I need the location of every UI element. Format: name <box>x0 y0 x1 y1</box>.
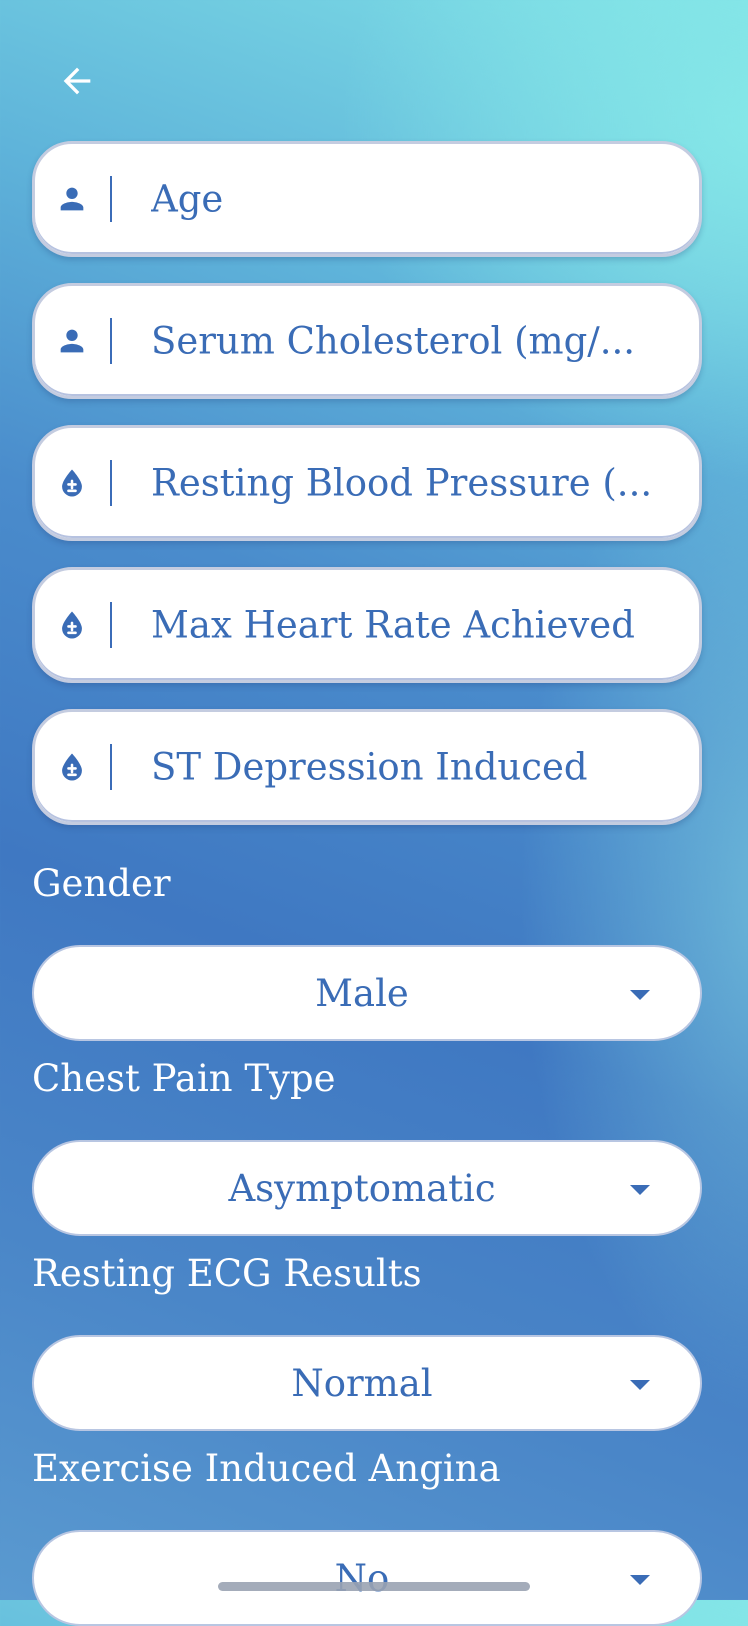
exercise-induced-angina-label: Exercise Induced Angina <box>32 1447 501 1490</box>
blood-drop-icon <box>55 466 89 500</box>
chest-pain-type-value: Asymptomatic <box>228 1166 496 1210</box>
resting-ecg-label: Resting ECG Results <box>32 1252 422 1295</box>
field-divider <box>110 744 112 790</box>
field-divider <box>110 602 112 648</box>
person-icon <box>55 324 89 358</box>
age-field[interactable]: Age <box>32 141 702 257</box>
resting-ecg-value: Normal <box>291 1361 433 1405</box>
arrow-left-icon <box>63 67 91 95</box>
caret-down-icon <box>630 1380 650 1390</box>
field-divider <box>110 176 112 222</box>
gender-label: Gender <box>32 862 171 905</box>
serum-cholesterol-field[interactable]: Serum Cholesterol (mg/... <box>32 283 702 399</box>
caret-down-icon <box>630 990 650 1000</box>
age-placeholder: Age <box>151 177 224 221</box>
max-heart-rate-field[interactable]: Max Heart Rate Achieved <box>32 567 702 683</box>
chest-pain-type-select[interactable]: Asymptomatic <box>32 1140 702 1236</box>
max-heart-rate-placeholder: Max Heart Rate Achieved <box>151 603 635 647</box>
st-depression-placeholder: ST Depression Induced <box>151 745 588 789</box>
resting-blood-pressure-field[interactable]: Resting Blood Pressure (... <box>32 425 702 541</box>
st-depression-field[interactable]: ST Depression Induced <box>32 709 702 825</box>
gender-select[interactable]: Male <box>32 945 702 1041</box>
blood-drop-icon <box>55 608 89 642</box>
caret-down-icon <box>630 1575 650 1585</box>
field-divider <box>110 460 112 506</box>
serum-cholesterol-placeholder: Serum Cholesterol (mg/... <box>151 319 636 363</box>
blood-drop-icon <box>55 750 89 784</box>
chest-pain-type-label: Chest Pain Type <box>32 1057 336 1100</box>
exercise-induced-angina-value: No <box>334 1556 390 1600</box>
gender-value: Male <box>315 971 409 1015</box>
resting-ecg-select[interactable]: Normal <box>32 1335 702 1431</box>
back-button[interactable] <box>52 56 102 106</box>
caret-down-icon <box>630 1185 650 1195</box>
exercise-induced-angina-select[interactable]: No <box>32 1530 702 1626</box>
home-indicator[interactable] <box>218 1582 530 1591</box>
field-divider <box>110 318 112 364</box>
resting-blood-pressure-placeholder: Resting Blood Pressure (... <box>151 461 653 505</box>
person-icon <box>55 182 89 216</box>
